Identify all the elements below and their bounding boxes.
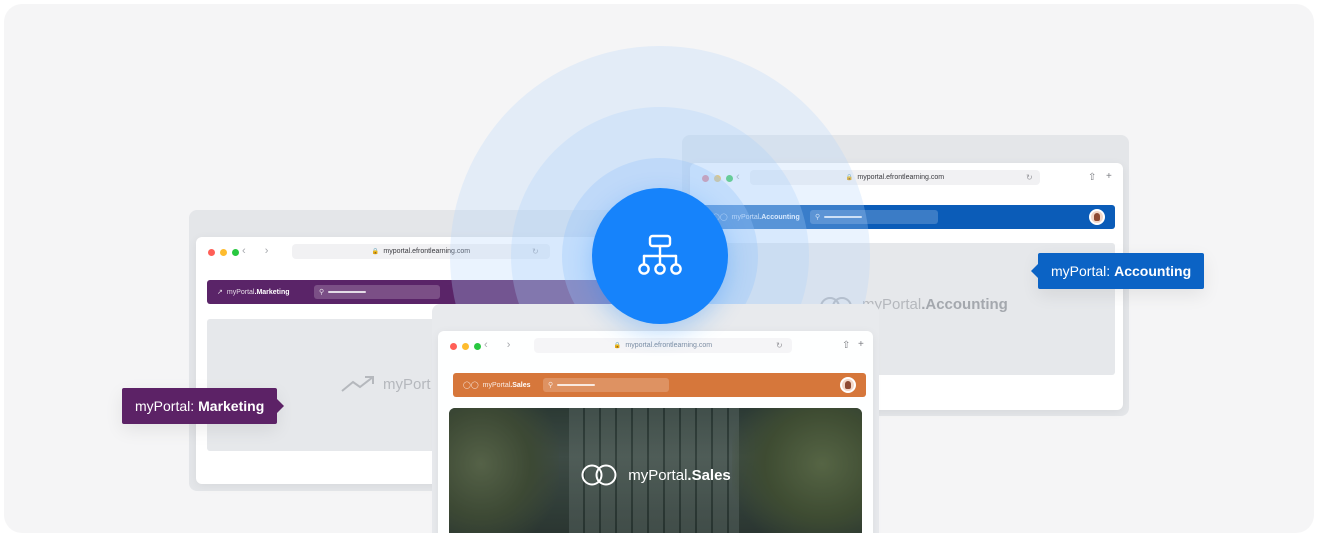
avatar[interactable] bbox=[840, 377, 856, 393]
new-tab-icon[interactable]: + bbox=[858, 339, 864, 350]
search-input[interactable]: ⚲ bbox=[543, 378, 669, 392]
lock-icon: 🔒 bbox=[371, 249, 380, 255]
lock-icon: 🔒 bbox=[613, 343, 622, 349]
sales-wordmark: myPortal.Sales bbox=[449, 464, 862, 486]
search-input[interactable]: ⚲ bbox=[314, 285, 440, 299]
app-brand[interactable]: ◯◯ myPortal .Sales bbox=[463, 381, 531, 390]
window-controls[interactable] bbox=[450, 343, 481, 350]
trend-arrow-icon bbox=[341, 376, 374, 392]
url-text: myportal.efrontlearning.com bbox=[857, 174, 945, 181]
reload-icon[interactable]: ↻ bbox=[1026, 173, 1033, 182]
hub-button[interactable] bbox=[592, 188, 728, 324]
portal-logo-icon bbox=[581, 464, 617, 486]
marketing-wordmark: myPort bbox=[341, 375, 431, 393]
avatar[interactable] bbox=[1089, 209, 1105, 225]
url-bar[interactable]: 🔒 myportal.efrontlearning.com bbox=[534, 338, 792, 353]
search-icon: ⚲ bbox=[548, 382, 554, 389]
brand-logo-icon: ◯◯ bbox=[463, 382, 479, 389]
window-controls[interactable] bbox=[208, 249, 239, 256]
search-icon: ⚲ bbox=[319, 289, 325, 296]
accounting-badge: myPortal: Accounting bbox=[1030, 253, 1205, 289]
sales-hero-image: myPortal.Sales bbox=[449, 408, 862, 533]
trend-arrow-icon: ↗ bbox=[217, 289, 223, 296]
new-tab-icon[interactable]: + bbox=[1106, 171, 1112, 182]
nav-arrows[interactable]: ‹ › bbox=[484, 339, 518, 351]
url-text: myportal.efrontlearning.com bbox=[625, 342, 713, 349]
share-icon[interactable]: ⇧ bbox=[1088, 172, 1096, 183]
share-icon[interactable]: ⇧ bbox=[842, 340, 850, 351]
sales-app-bar: ◯◯ myPortal .Sales ⚲ bbox=[453, 373, 866, 397]
marketing-badge: myPortal: Marketing bbox=[122, 388, 285, 424]
reload-icon[interactable]: ↻ bbox=[776, 341, 783, 350]
nav-arrows[interactable]: ‹ › bbox=[242, 245, 276, 257]
hero-canvas: ‹ › 🔒 myportal.efrontlearning.com ↻ ⇧ + … bbox=[4, 4, 1314, 533]
app-brand[interactable]: ↗ myPortal .Marketing bbox=[217, 288, 290, 297]
org-hierarchy-icon bbox=[638, 234, 682, 275]
